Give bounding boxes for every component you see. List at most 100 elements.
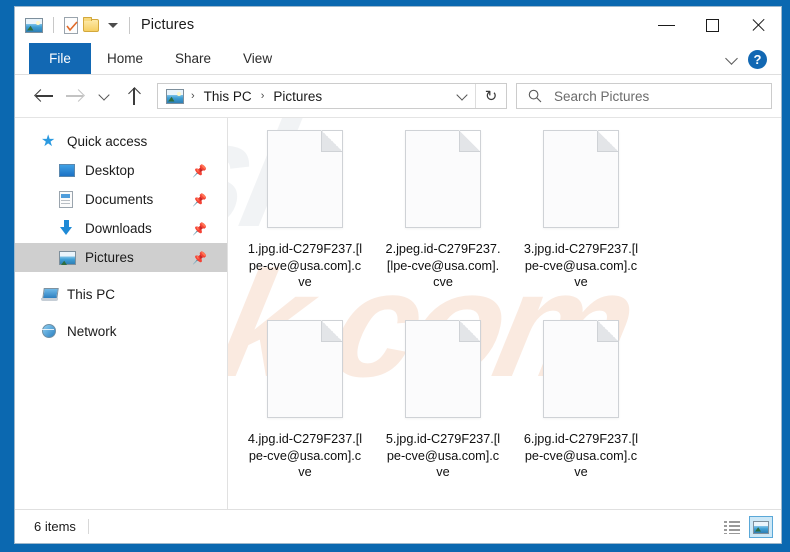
this-pc-icon — [41, 286, 58, 303]
file-item[interactable]: 5.jpg.id-C279F237.[lpe-cve@usa.com].cve — [374, 316, 512, 506]
page-fold-corner — [321, 321, 342, 342]
blank-document-icon — [543, 130, 619, 228]
chevron-down-icon — [457, 91, 468, 102]
pictures-folder-icon — [25, 17, 43, 33]
new-folder-icon[interactable] — [83, 16, 99, 32]
breadcrumb-item-this-pc[interactable]: This PC — [202, 89, 254, 104]
sidebar-item-label: Desktop — [85, 163, 135, 178]
window-title: Pictures — [141, 17, 195, 33]
expand-ribbon-chevron-down-icon[interactable] — [726, 53, 738, 65]
sidebar-item-label: Quick access — [67, 134, 148, 149]
refresh-button[interactable]: ↻ — [476, 84, 506, 108]
window-client-area: Pictures File Home Share View ? › This P… — [14, 6, 782, 544]
tab-share[interactable]: Share — [159, 43, 227, 74]
recent-locations-button[interactable] — [89, 81, 119, 111]
star-icon: ★ — [41, 133, 56, 150]
file-item[interactable]: 4.jpg.id-C279F237.[lpe-cve@usa.com].cve — [236, 316, 374, 506]
pin-icon[interactable]: 📌 — [192, 251, 207, 265]
file-grid: 1.jpg.id-C279F237.[lpe-cve@usa.com].cve … — [228, 118, 781, 506]
toolbar-divider — [53, 17, 54, 33]
title-divider — [129, 16, 130, 34]
chevron-down-icon — [99, 91, 110, 102]
sidebar-item-downloads[interactable]: Downloads 📌 — [15, 214, 227, 243]
explorer-body: ★ Quick access Desktop 📌 Documents 📌 Dow… — [15, 117, 781, 509]
breadcrumb-pictures-icon[interactable] — [166, 88, 184, 104]
view-toggle-group — [720, 510, 773, 544]
large-icons-view-icon — [753, 520, 769, 534]
file-item[interactable]: 2.jpeg.id-C279F237.[lpe-cve@usa.com].cve — [374, 126, 512, 316]
pin-icon[interactable]: 📌 — [192, 164, 207, 178]
file-name: 1.jpg.id-C279F237.[lpe-cve@usa.com].cve — [247, 242, 363, 289]
file-name: 2.jpeg.id-C279F237.[lpe-cve@usa.com].cve — [385, 242, 501, 289]
sidebar-item-label: Network — [67, 324, 117, 339]
file-name: 6.jpg.id-C279F237.[lpe-cve@usa.com].cve — [523, 432, 639, 479]
page-fold-corner — [321, 131, 342, 152]
navigation-pane: ★ Quick access Desktop 📌 Documents 📌 Dow… — [15, 118, 228, 509]
icons-view-button[interactable] — [749, 516, 773, 538]
address-history-button[interactable] — [449, 84, 475, 108]
sidebar-item-label: Downloads — [85, 221, 152, 236]
documents-icon — [59, 191, 76, 208]
desktop-icon — [59, 162, 76, 179]
address-bar[interactable]: › This PC › Pictures ↻ — [157, 83, 507, 109]
search-input[interactable]: Search Pictures — [554, 89, 649, 104]
file-name: 4.jpg.id-C279F237.[lpe-cve@usa.com].cve — [247, 432, 363, 479]
sidebar-item-label: Pictures — [85, 250, 134, 265]
minimize-icon — [657, 24, 675, 26]
file-item[interactable]: 3.jpg.id-C279F237.[lpe-cve@usa.com].cve — [512, 126, 650, 316]
search-icon — [528, 89, 542, 103]
tab-home[interactable]: Home — [91, 43, 159, 74]
sidebar-item-pictures[interactable]: Pictures 📌 — [15, 243, 227, 272]
details-view-button[interactable] — [720, 516, 744, 538]
network-icon — [41, 323, 58, 340]
customize-toolbar-caret-icon[interactable] — [108, 22, 118, 28]
up-button[interactable] — [119, 81, 149, 111]
item-count: 6 items — [34, 519, 76, 534]
blank-document-icon — [405, 320, 481, 418]
tab-view[interactable]: View — [227, 43, 288, 74]
file-item[interactable]: 6.jpg.id-C279F237.[lpe-cve@usa.com].cve — [512, 316, 650, 506]
file-name: 3.jpg.id-C279F237.[lpe-cve@usa.com].cve — [523, 242, 639, 289]
sidebar-item-desktop[interactable]: Desktop 📌 — [15, 156, 227, 185]
help-button[interactable]: ? — [748, 49, 767, 69]
maximize-button[interactable] — [689, 7, 735, 43]
breadcrumb: › This PC › Pictures — [166, 88, 449, 104]
pin-icon[interactable]: 📌 — [192, 193, 207, 207]
sidebar-item-label: This PC — [67, 287, 116, 302]
breadcrumb-item-pictures[interactable]: Pictures — [271, 89, 324, 104]
close-icon — [750, 17, 766, 33]
navigation-bar: › This PC › Pictures ↻ Search Pictures — [15, 75, 781, 117]
title-bar: Pictures — [15, 7, 781, 43]
search-box[interactable]: Search Pictures — [516, 83, 772, 109]
page-fold-corner — [459, 321, 480, 342]
sidebar-item-this-pc[interactable]: This PC — [15, 280, 227, 309]
ribbon-right-controls: ? — [726, 43, 775, 75]
back-button[interactable] — [29, 81, 59, 111]
explorer-window: Pictures File Home Share View ? › This P… — [0, 0, 790, 552]
downloads-icon — [59, 220, 76, 237]
breadcrumb-separator-icon: › — [191, 89, 195, 102]
tab-file[interactable]: File — [29, 43, 91, 74]
file-name: 5.jpg.id-C279F237.[lpe-cve@usa.com].cve — [385, 432, 501, 479]
sidebar-item-quick-access[interactable]: ★ Quick access — [15, 127, 227, 156]
page-fold-corner — [597, 321, 618, 342]
close-button[interactable] — [735, 7, 781, 43]
forward-button[interactable] — [59, 81, 89, 111]
checkmark-glyph — [66, 20, 78, 31]
status-divider — [87, 519, 89, 534]
maximize-icon — [705, 18, 719, 32]
page-fold-corner — [597, 131, 618, 152]
file-item[interactable]: 1.jpg.id-C279F237.[lpe-cve@usa.com].cve — [236, 126, 374, 316]
sidebar-item-network[interactable]: Network — [15, 317, 227, 346]
blank-document-icon — [543, 320, 619, 418]
minimize-button[interactable] — [643, 7, 689, 43]
sidebar-item-label: Documents — [85, 192, 154, 207]
sidebar-item-documents[interactable]: Documents 📌 — [15, 185, 227, 214]
file-list-pane[interactable]: pcrisk risk.com 1.jpg.id-C279F237.[lpe-c… — [228, 118, 781, 509]
properties-icon[interactable] — [64, 16, 78, 34]
page-fold-corner — [459, 131, 480, 152]
arrow-up-icon — [127, 87, 141, 105]
pin-icon[interactable]: 📌 — [192, 222, 207, 236]
pictures-icon — [59, 249, 76, 266]
status-bar: 6 items — [15, 509, 781, 543]
